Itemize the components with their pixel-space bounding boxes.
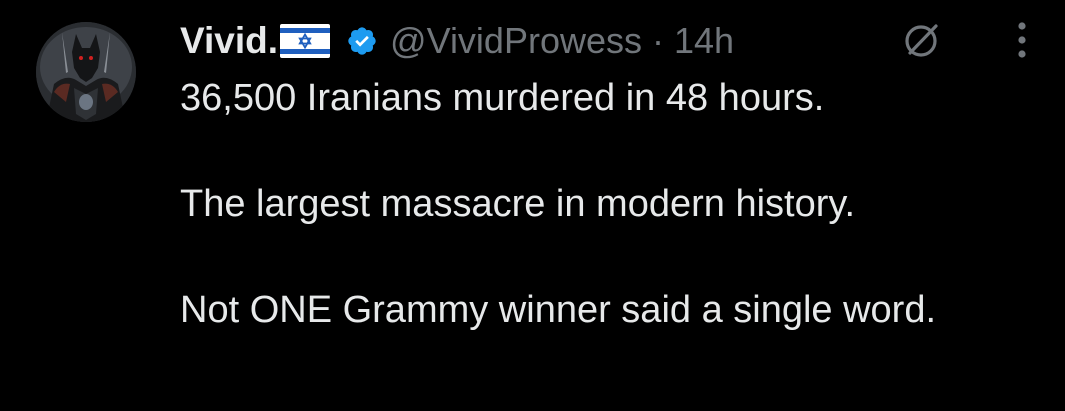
tweet-line: Not ONE Grammy winner said a single word… [180,289,937,331]
more-options-icon[interactable] [1010,18,1034,62]
grok-icon[interactable] [902,20,942,60]
tweet-card[interactable]: Vivid. @VividProwess · 14h 36,500 Irania… [0,0,1065,411]
tweet-header: Vivid. @VividProwess · 14h [180,14,734,68]
tweet-text: 36,500 Iranians murdered in 48 hours. Th… [180,72,1040,337]
tweet-line: 36,500 Iranians murdered in 48 hours. [180,77,825,119]
verified-badge-icon[interactable] [346,25,378,57]
avatar[interactable] [36,22,136,122]
israel-flag-icon [280,24,331,58]
display-name[interactable]: Vivid. [180,20,278,62]
timestamp[interactable]: 14h [674,20,734,62]
tweet-line: The largest massacre in modern history. [180,183,856,225]
author-handle[interactable]: @VividProwess [390,20,642,62]
separator-dot: · [652,20,664,61]
